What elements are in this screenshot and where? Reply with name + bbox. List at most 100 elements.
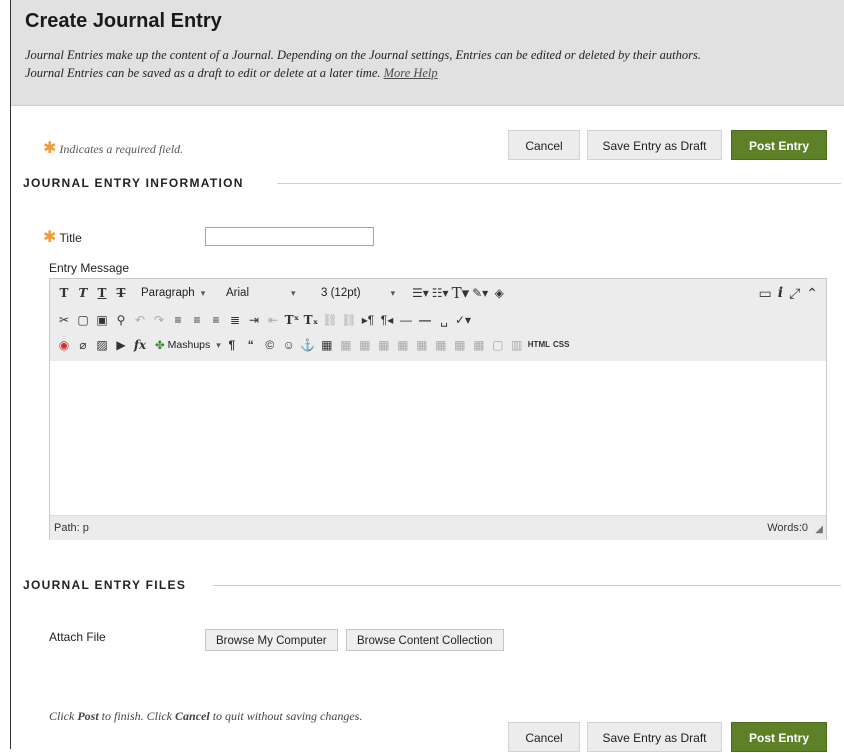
info-icon[interactable]: i xyxy=(778,285,783,302)
bold-icon[interactable]: T xyxy=(56,284,72,302)
insert-col-before-icon[interactable]: ▦ xyxy=(433,336,449,354)
table-icon[interactable]: ▦ xyxy=(319,336,335,354)
align-justify-icon[interactable]: ≣ xyxy=(227,311,243,329)
table-row-props-icon[interactable]: ▦ xyxy=(338,336,354,354)
paste-icon[interactable]: ▣ xyxy=(94,311,110,329)
cancel-button-bottom[interactable]: Cancel xyxy=(508,722,580,752)
chevron-down-icon: ▾ xyxy=(390,287,396,298)
align-right-icon[interactable]: ≡ xyxy=(208,311,224,329)
copyright-icon[interactable]: © xyxy=(262,336,278,354)
required-field-note: ✱ Indicates a required field. xyxy=(43,138,183,157)
title-input[interactable] xyxy=(205,227,374,246)
format-select-value: Paragraph xyxy=(141,287,195,299)
preview-icon[interactable]: ▭ xyxy=(759,285,772,302)
paragraph-icon[interactable]: ¶ xyxy=(224,336,240,354)
collapse-toolbar-icon[interactable]: ⌃ xyxy=(806,285,818,302)
highlight-color-icon[interactable]: ✎▾ xyxy=(472,284,488,302)
horizontal-line-icon[interactable]: — xyxy=(417,311,433,329)
footer-post-word: Post xyxy=(77,709,99,723)
intro-line-1: Journal Entries make up the content of a… xyxy=(25,48,701,62)
split-cells-icon[interactable]: ▢ xyxy=(490,336,506,354)
size-select-value: 3 (12pt) xyxy=(321,287,361,299)
footer-text-1: Click xyxy=(49,709,78,723)
redo-icon[interactable]: ↷ xyxy=(151,311,167,329)
align-center-icon[interactable]: ≡ xyxy=(189,311,205,329)
cut-icon[interactable]: ✂ xyxy=(56,311,72,329)
editor-statusbar: Path: p Words:0 ◢ xyxy=(50,515,826,540)
cancel-button-top[interactable]: Cancel xyxy=(508,130,580,160)
bullet-list-icon[interactable]: ☰▾ xyxy=(412,284,429,302)
find-icon[interactable]: ⚲ xyxy=(113,311,129,329)
superscript-icon[interactable]: Tˣ xyxy=(284,311,300,329)
format-select[interactable]: Paragraph ▾ xyxy=(141,287,223,299)
section-heading-files: JOURNAL ENTRY FILES xyxy=(23,578,187,592)
merge-cells-icon[interactable]: ▥ xyxy=(509,336,525,354)
page-frame: Create Journal Entry Journal Entries mak… xyxy=(10,0,844,752)
footer-cancel-word: Cancel xyxy=(175,709,210,723)
rtl-icon[interactable]: ¶◂ xyxy=(379,311,395,329)
blockquote-icon[interactable]: “ xyxy=(243,336,259,354)
link-icon[interactable]: ⛓ xyxy=(322,311,338,329)
more-help-link[interactable]: More Help xyxy=(384,66,438,80)
undo-icon[interactable]: ↶ xyxy=(132,311,148,329)
intro-line-2: Journal Entries can be saved as a draft … xyxy=(25,66,381,80)
horizontal-rule-icon[interactable]: — xyxy=(398,311,414,329)
nonbreaking-space-icon[interactable]: ␣ xyxy=(436,311,452,329)
insert-row-before-icon[interactable]: ▦ xyxy=(376,336,392,354)
rich-text-editor: T T T T Paragraph ▾ Arial ▾ 3 (12pt) ▾ ☰▾ ☷… xyxy=(49,278,827,540)
browse-collection-button[interactable]: Browse Content Collection xyxy=(346,629,504,651)
html-source-button[interactable]: HTML xyxy=(528,336,550,354)
resize-grip-icon[interactable]: ◢ xyxy=(815,524,823,535)
math-formula-icon[interactable]: fx xyxy=(132,336,148,354)
css-button[interactable]: CSS xyxy=(553,336,569,354)
chevron-down-icon: ▾ xyxy=(200,287,206,298)
record-icon[interactable]: ◉ xyxy=(56,336,72,354)
save-draft-button-bottom[interactable]: Save Entry as Draft xyxy=(587,722,722,752)
insert-col-after-icon[interactable]: ▦ xyxy=(452,336,468,354)
save-draft-button-top[interactable]: Save Entry as Draft xyxy=(587,130,722,160)
required-star-icon: ✱ xyxy=(43,138,57,157)
numbered-list-icon[interactable]: ☷▾ xyxy=(432,284,449,302)
mashups-label: Mashups xyxy=(167,339,211,351)
font-select[interactable]: Arial ▾ xyxy=(226,287,318,299)
title-label-text: Title xyxy=(59,231,82,245)
italic-icon[interactable]: T xyxy=(75,284,91,302)
anchor-icon[interactable]: ⚓ xyxy=(300,336,316,354)
align-left-icon[interactable]: ≡ xyxy=(170,311,186,329)
mashups-menu[interactable]: ✤ Mashups ▾ xyxy=(155,338,221,352)
section-divider xyxy=(213,585,841,586)
copy-icon[interactable]: ▢ xyxy=(75,311,91,329)
delete-row-icon[interactable]: ▦ xyxy=(414,336,430,354)
attach-file-icon[interactable]: ⌀ xyxy=(75,336,91,354)
insert-media-icon[interactable]: ▶ xyxy=(113,336,129,354)
insert-image-icon[interactable]: ▨ xyxy=(94,336,110,354)
spellcheck-icon[interactable]: ✓▾ xyxy=(455,311,471,329)
outdent-icon[interactable]: ⇤ xyxy=(265,311,281,329)
text-color-icon[interactable]: T▾ xyxy=(452,284,470,302)
editor-toolbar: T T T T Paragraph ▾ Arial ▾ 3 (12pt) ▾ ☰▾ ☷… xyxy=(50,279,826,362)
unlink-icon[interactable]: ⛓ xyxy=(341,311,357,329)
mashups-icon: ✤ xyxy=(155,340,165,352)
attach-file-label: Attach File xyxy=(49,630,106,644)
chevron-down-icon: ▾ xyxy=(291,287,296,298)
underline-icon[interactable]: T xyxy=(94,284,110,302)
page-header: Create Journal Entry Journal Entries mak… xyxy=(11,0,844,106)
emoticon-icon[interactable]: ☺ xyxy=(281,336,297,354)
eraser-icon[interactable]: ◈ xyxy=(491,284,507,302)
subscript-icon[interactable]: Tₓ xyxy=(303,311,319,329)
ltr-icon[interactable]: ▸¶ xyxy=(360,311,376,329)
indent-icon[interactable]: ⇥ xyxy=(246,311,262,329)
table-cell-props-icon[interactable]: ▦ xyxy=(357,336,373,354)
chevron-down-icon: ▾ xyxy=(216,339,221,350)
delete-col-icon[interactable]: ▦ xyxy=(471,336,487,354)
strikethrough-icon[interactable]: T xyxy=(113,284,129,302)
insert-row-after-icon[interactable]: ▦ xyxy=(395,336,411,354)
editor-content-area[interactable] xyxy=(50,361,826,515)
post-entry-button-bottom[interactable]: Post Entry xyxy=(731,722,827,752)
browse-computer-button[interactable]: Browse My Computer xyxy=(205,629,338,651)
footer-instructions: Click Post to finish. Click Cancel to qu… xyxy=(49,709,362,724)
size-select[interactable]: 3 (12pt) ▾ xyxy=(321,287,409,299)
fullscreen-icon[interactable]: ⤢ xyxy=(789,285,800,302)
post-entry-button-top[interactable]: Post Entry xyxy=(731,130,827,160)
footer-text-3: to quit without saving changes. xyxy=(209,709,363,723)
